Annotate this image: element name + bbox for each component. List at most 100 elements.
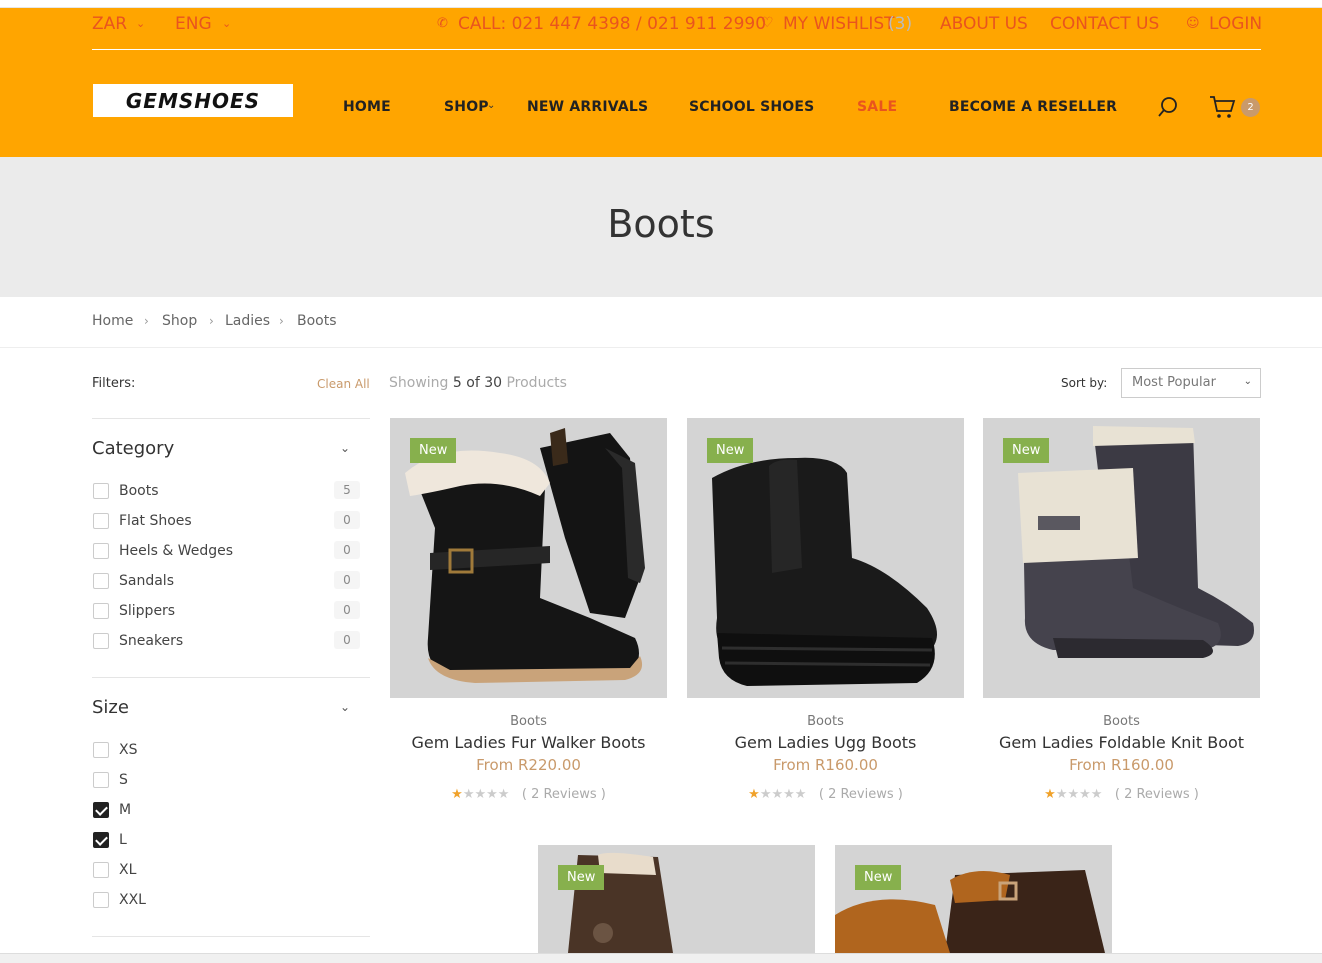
size-filter-xl[interactable]: XL <box>93 860 361 880</box>
site-logo[interactable]: GEMSHOES <box>93 84 293 117</box>
product-image-fur-walker-boots[interactable]: New <box>390 418 667 698</box>
nav-sale[interactable]: SALE <box>857 99 897 115</box>
cart-count-badge: 2 <box>1241 98 1260 117</box>
filter-label: Flat Shoes <box>119 513 192 529</box>
phone-link[interactable]: CALL: 021 447 4398 / 021 911 2990 <box>458 14 766 34</box>
checkbox[interactable] <box>93 892 109 908</box>
filter-label: Sandals <box>119 573 174 589</box>
clean-all-button[interactable]: Clean All <box>317 377 370 391</box>
page-title: Boots <box>607 202 715 246</box>
chevron-down-icon[interactable]: ⌄ <box>340 700 350 714</box>
category-filter-slippers[interactable]: Slippers 0 <box>93 601 361 621</box>
chevron-right-icon: › <box>144 314 149 328</box>
filter-label: Boots <box>119 483 159 499</box>
product-image-ugg-boots[interactable]: New <box>687 418 964 698</box>
language-selector[interactable]: ENG <box>175 14 212 34</box>
product-rating: ★★★★★ ( 2 Reviews ) <box>687 787 964 802</box>
checkbox-checked[interactable] <box>93 832 109 848</box>
size-filter-xs[interactable]: XS <box>93 740 361 760</box>
divider <box>92 936 370 937</box>
checkbox[interactable] <box>93 862 109 878</box>
nav-shop[interactable]: SHOP <box>444 99 489 115</box>
review-count[interactable]: ( 2 Reviews ) <box>819 787 903 802</box>
category-filter-heels-wedges[interactable]: Heels & Wedges 0 <box>93 541 361 561</box>
filter-label: S <box>119 772 128 788</box>
chevron-down-icon: ⌄ <box>222 17 232 30</box>
product-price: From R160.00 <box>1069 756 1174 774</box>
contact-link[interactable]: CONTACT US <box>1050 14 1159 34</box>
category-filter-sneakers[interactable]: Sneakers 0 <box>93 631 361 651</box>
product-name[interactable]: Gem Ladies Foldable Knit Boot <box>983 733 1260 752</box>
checkbox[interactable] <box>93 603 109 619</box>
product-price: From R160.00 <box>773 756 878 774</box>
chevron-down-icon[interactable]: ⌄ <box>340 441 350 455</box>
checkbox[interactable] <box>93 573 109 589</box>
search-icon[interactable] <box>1157 96 1179 118</box>
boot-image <box>835 870 1105 953</box>
nav-become-reseller[interactable]: BECOME A RESELLER <box>949 99 1117 115</box>
size-section-title[interactable]: Size <box>92 697 129 718</box>
product-price: From R220.00 <box>476 756 581 774</box>
size-filter-xxl[interactable]: XXL <box>93 890 361 910</box>
nav-school-shoes[interactable]: SCHOOL SHOES <box>689 99 814 115</box>
chevron-right-icon: › <box>209 314 214 328</box>
checkbox[interactable] <box>93 513 109 529</box>
size-filter-s[interactable]: S <box>93 770 361 790</box>
divider <box>0 347 1322 348</box>
size-filter-m[interactable]: M <box>93 800 361 820</box>
checkbox[interactable] <box>93 742 109 758</box>
new-badge: New <box>1003 438 1050 463</box>
user-icon: ☺ <box>1186 16 1200 31</box>
login-link[interactable]: LOGIN <box>1209 14 1262 34</box>
new-badge: New <box>410 438 457 463</box>
currency-selector[interactable]: ZAR <box>92 14 127 34</box>
star-empty-icon: ★★★★ <box>462 787 510 802</box>
review-count[interactable]: ( 2 Reviews ) <box>1115 787 1199 802</box>
breadcrumb-shop[interactable]: Shop <box>162 313 197 329</box>
product-name[interactable]: Gem Ladies Ugg Boots <box>687 733 964 752</box>
about-link[interactable]: ABOUT US <box>940 14 1028 34</box>
star-filled-icon: ★ <box>1044 787 1056 802</box>
checkbox[interactable] <box>93 633 109 649</box>
checkbox-checked[interactable] <box>93 802 109 818</box>
filter-count: 0 <box>334 631 360 649</box>
nav-new-arrivals[interactable]: NEW ARRIVALS <box>527 99 648 115</box>
category-filter-sandals[interactable]: Sandals 0 <box>93 571 361 591</box>
size-filter-l[interactable]: L <box>93 830 361 850</box>
filter-count: 0 <box>334 571 360 589</box>
filter-label: Slippers <box>119 603 176 619</box>
product-category[interactable]: Boots <box>983 714 1260 729</box>
boot-image <box>568 852 673 953</box>
filter-label: Sneakers <box>119 633 184 649</box>
category-section-title[interactable]: Category <box>92 438 174 459</box>
sort-label: Sort by: <box>1061 376 1108 390</box>
product-name[interactable]: Gem Ladies Fur Walker Boots <box>390 733 667 752</box>
nav-home[interactable]: HOME <box>343 99 391 115</box>
review-count[interactable]: ( 2 Reviews ) <box>522 787 606 802</box>
breadcrumb-ladies[interactable]: Ladies <box>225 313 270 329</box>
showing-prefix: Showing <box>389 375 449 391</box>
filter-label: XXL <box>119 892 146 908</box>
divider <box>92 418 370 419</box>
category-filter-flat-shoes[interactable]: Flat Shoes 0 <box>93 511 361 531</box>
product-image-5[interactable]: New <box>835 845 1112 953</box>
filter-label: XS <box>119 742 138 758</box>
filter-count: 5 <box>334 481 360 499</box>
checkbox[interactable] <box>93 772 109 788</box>
filter-label: L <box>119 832 127 848</box>
product-image-foldable-knit-boot[interactable]: New <box>983 418 1260 698</box>
cart-icon[interactable] <box>1209 95 1237 119</box>
checkbox[interactable] <box>93 543 109 559</box>
product-image-4[interactable]: New <box>538 845 815 953</box>
page-hero: Boots <box>0 157 1322 297</box>
filter-label: XL <box>119 862 137 878</box>
category-filter-boots[interactable]: Boots 5 <box>93 481 361 501</box>
wishlist-link[interactable]: MY WISHLIST <box>783 14 895 34</box>
sort-dropdown[interactable]: Most Popular ⌄ <box>1121 368 1261 398</box>
divider <box>92 677 370 678</box>
product-category[interactable]: Boots <box>390 714 667 729</box>
new-badge: New <box>855 865 902 890</box>
product-category[interactable]: Boots <box>687 714 964 729</box>
breadcrumb-home[interactable]: Home <box>92 313 133 329</box>
checkbox[interactable] <box>93 483 109 499</box>
